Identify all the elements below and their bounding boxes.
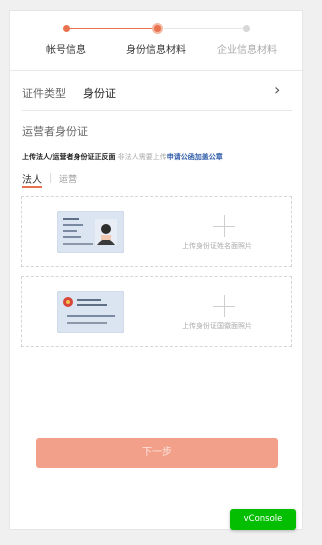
step-line-done xyxy=(67,28,156,29)
step-line-pending xyxy=(164,28,244,29)
id-type-row[interactable]: 证件类型 身份证 › xyxy=(10,77,304,110)
upload-front-label: 上传身份证姓名面照片 xyxy=(182,242,252,250)
step-1-label: 帐号信息 xyxy=(46,45,86,56)
step-1-dot xyxy=(63,25,70,32)
next-step-button[interactable]: 下一步 xyxy=(36,438,278,468)
step-2-dot xyxy=(152,23,163,34)
step-3-dot xyxy=(243,25,250,32)
tab-legal-person[interactable]: 法人 xyxy=(22,171,42,186)
id-type-value: 身份证 xyxy=(83,87,116,100)
upload-back-label: 上传身份证国徽面照片 xyxy=(182,322,252,330)
tab-active-underline xyxy=(22,186,42,188)
header-divider xyxy=(10,70,304,71)
chevron-right-icon: › xyxy=(274,80,281,99)
id-type-label: 证件类型 xyxy=(22,87,66,100)
step-progress: 帐号信息 身份信息材料 企业信息材料 xyxy=(10,11,304,71)
instruction-main: 上传法人/运营者身份证正反面 xyxy=(22,153,116,161)
id-card-front-icon xyxy=(57,211,124,253)
id-type-divider xyxy=(22,110,292,111)
plus-icon-back-v xyxy=(224,295,225,317)
tab-separator xyxy=(50,173,51,183)
person-tabs: 法人 运营 xyxy=(22,171,122,189)
section-title: 运营者身份证 xyxy=(22,125,88,138)
plus-icon-front-v xyxy=(224,215,225,237)
id-card-back-icon xyxy=(57,291,124,333)
upload-back-box[interactable]: 上传身份证国徽面照片 xyxy=(21,276,292,347)
tab-operator[interactable]: 运营 xyxy=(59,172,77,185)
vconsole-button[interactable]: vConsole xyxy=(230,509,296,530)
step-3-label: 企业信息材料 xyxy=(217,45,277,56)
step-2-label: 身份信息材料 xyxy=(126,45,186,56)
instruction-link[interactable]: 申请公函加盖公章 xyxy=(167,153,223,161)
instruction-note: 非法人需要上传 xyxy=(117,153,167,161)
upload-front-box[interactable]: 上传身份证姓名面照片 xyxy=(21,196,292,267)
instruction-line: 上传法人/运营者身份证正反面 非法人需要上传申请公函加盖公章 xyxy=(22,152,223,162)
form-card: 帐号信息 身份信息材料 企业信息材料 证件类型 身份证 › 运营者身份证 上传法… xyxy=(9,10,304,530)
